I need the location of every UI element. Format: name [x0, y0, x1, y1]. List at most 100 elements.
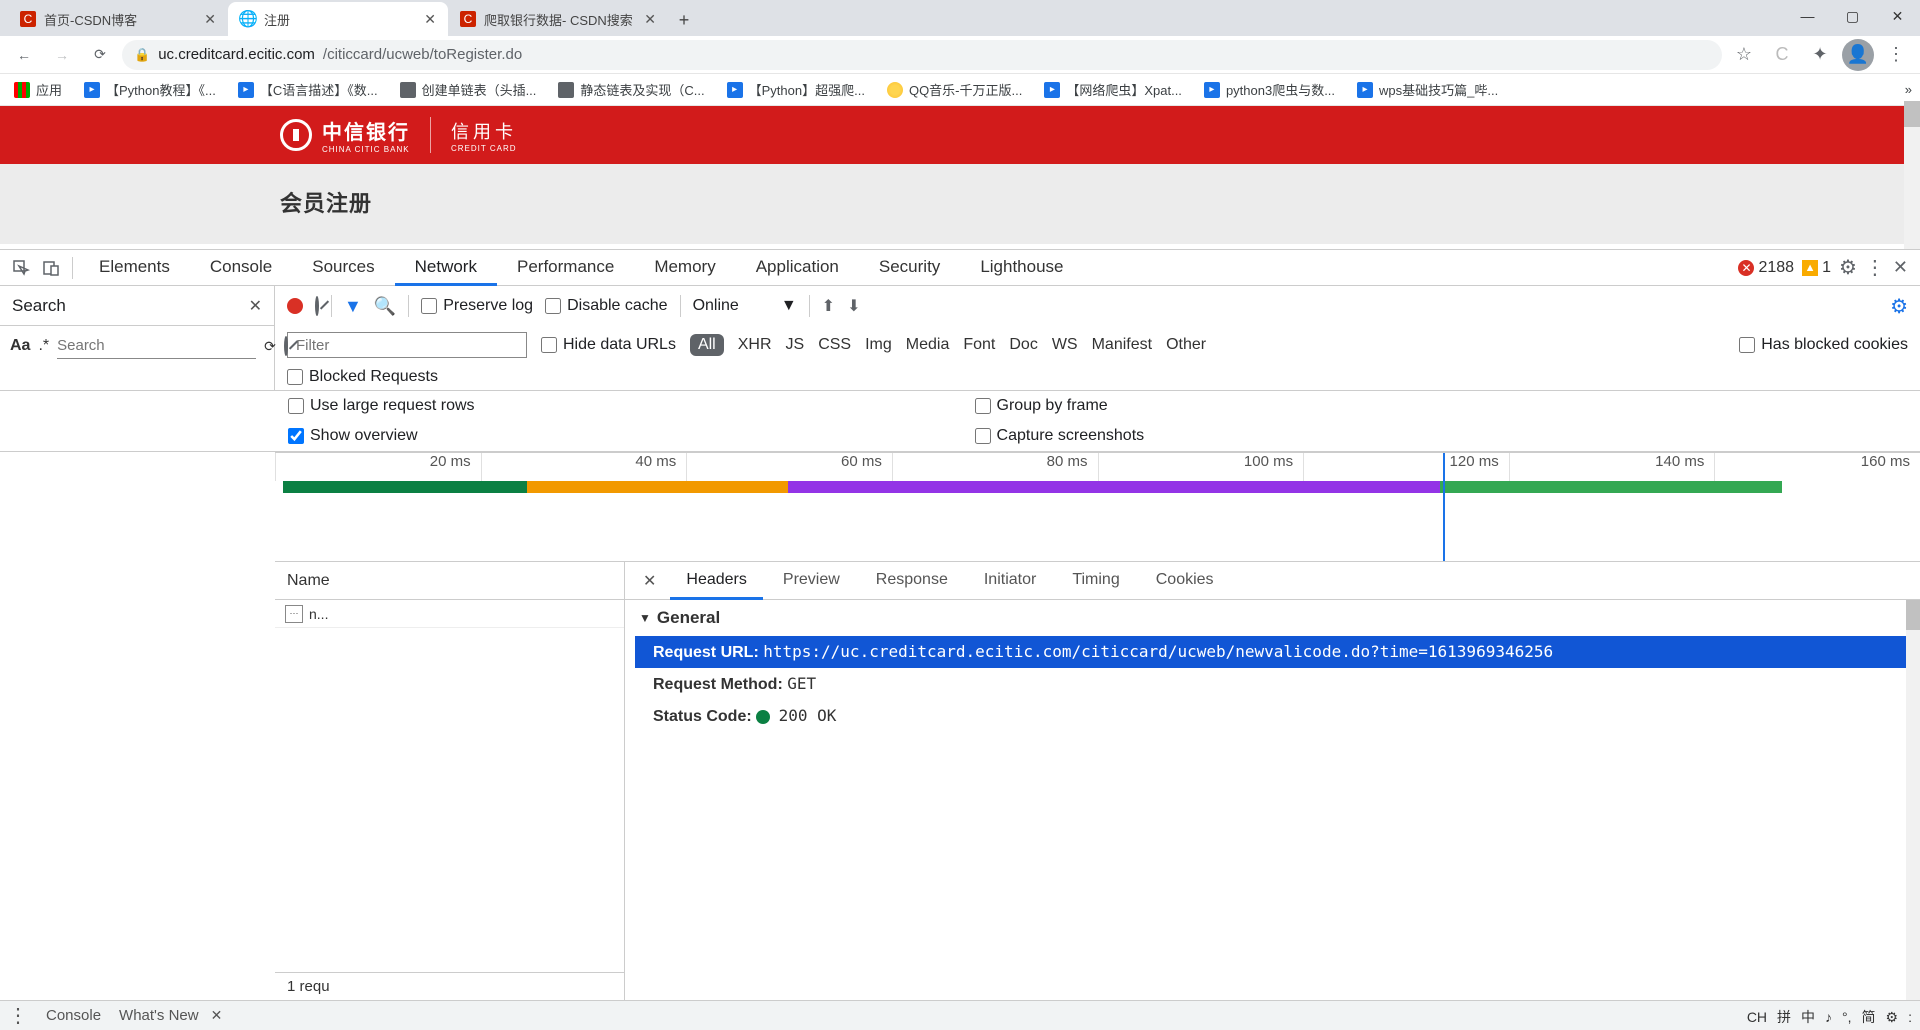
filter-js[interactable]: JS [786, 336, 805, 354]
record-icon[interactable] [287, 298, 303, 314]
minimize-icon[interactable]: — [1785, 0, 1830, 32]
reload-button[interactable]: ⟳ [84, 39, 116, 71]
timeline-overview[interactable]: 20 ms 40 ms 60 ms 80 ms 100 ms 120 ms 14… [275, 452, 1920, 562]
filter-toggle-icon[interactable]: ▼ [344, 296, 362, 317]
close-devtools-icon[interactable]: ✕ [1893, 257, 1908, 278]
upload-har-icon[interactable]: ⬆ [822, 296, 835, 316]
forward-button[interactable]: → [46, 39, 78, 71]
filter-other[interactable]: Other [1166, 336, 1206, 354]
tab-sources[interactable]: Sources [292, 250, 394, 286]
search-input[interactable] [57, 333, 256, 359]
detail-tab-cookies[interactable]: Cookies [1140, 562, 1230, 600]
drawer-menu-icon[interactable]: ⋮ [8, 1003, 28, 1028]
warning-count[interactable]: ▲1 [1802, 259, 1831, 277]
new-tab-button[interactable]: + [668, 4, 700, 36]
filter-all[interactable]: All [690, 334, 724, 356]
filter-xhr[interactable]: XHR [738, 336, 772, 354]
filter-doc[interactable]: Doc [1009, 336, 1037, 354]
tab-lighthouse[interactable]: Lighthouse [960, 250, 1083, 286]
large-rows-checkbox[interactable]: Use large request rows [288, 397, 475, 415]
tab-register[interactable]: 🌐 注册 ✕ [228, 2, 448, 36]
extensions-puzzle-icon[interactable]: ✦ [1804, 39, 1836, 71]
clear-search-icon[interactable] [284, 338, 288, 354]
star-icon[interactable]: ☆ [1728, 39, 1760, 71]
drawer-tab-console[interactable]: Console [46, 1007, 101, 1024]
ime-bar[interactable]: CH 拼 中 ♪ °, 简 ⚙ : [1739, 1004, 1920, 1030]
network-settings-icon[interactable]: ⚙ [1890, 294, 1908, 319]
name-column-header[interactable]: Name [275, 562, 624, 600]
filter-font[interactable]: Font [963, 336, 995, 354]
bookmark-item[interactable]: ▸python3爬虫与数... [1198, 80, 1341, 99]
match-case-icon[interactable]: Aa [10, 337, 30, 355]
throttle-select[interactable]: Online▼ [693, 297, 797, 315]
menu-kebab-icon[interactable]: ⋮ [1880, 39, 1912, 71]
extension-c-icon[interactable]: C [1766, 39, 1798, 71]
tab-performance[interactable]: Performance [497, 250, 634, 286]
bookmark-item[interactable]: ▸【C语言描述】《数... [232, 80, 384, 99]
tab-network[interactable]: Network [395, 250, 497, 286]
settings-gear-icon[interactable]: ⚙ [1839, 255, 1857, 280]
disable-cache-checkbox[interactable]: Disable cache [545, 297, 668, 315]
apps-shortcut[interactable]: 应用 [8, 80, 68, 99]
tab-csdn-search[interactable]: C 爬取银行数据- CSDN搜索 ✕ [448, 2, 668, 36]
inspect-icon[interactable] [6, 253, 36, 283]
detail-tab-headers[interactable]: Headers [670, 562, 762, 600]
general-section-header[interactable]: ▼General [639, 608, 1906, 628]
filter-css[interactable]: CSS [818, 336, 851, 354]
tab-elements[interactable]: Elements [79, 250, 190, 286]
detail-scrollbar[interactable] [1906, 600, 1920, 1000]
bookmarks-overflow-icon[interactable]: » [1905, 82, 1912, 97]
back-button[interactable]: ← [8, 39, 40, 71]
tab-memory[interactable]: Memory [634, 250, 735, 286]
filter-ws[interactable]: WS [1052, 336, 1078, 354]
detail-tab-initiator[interactable]: Initiator [968, 562, 1052, 600]
close-drawer-tab-icon[interactable]: ✕ [211, 1007, 223, 1024]
request-row[interactable]: ⋯ n... [275, 600, 624, 628]
search-toggle-icon[interactable]: 🔍 [374, 296, 396, 317]
filter-input[interactable] [287, 332, 527, 358]
bookmark-item[interactable]: ▸【网络爬虫】Xpat... [1038, 80, 1188, 99]
bookmark-item[interactable]: 静态链表及实现（C... [552, 80, 710, 99]
clear-icon[interactable] [315, 298, 319, 314]
show-overview-checkbox[interactable]: Show overview [288, 427, 475, 445]
bookmark-item[interactable]: ▸【Python】超强爬... [721, 80, 871, 99]
close-tab-icon[interactable]: ✕ [204, 11, 216, 28]
hide-data-urls-checkbox[interactable]: Hide data URLs [541, 336, 676, 354]
tab-security[interactable]: Security [859, 250, 960, 286]
filter-img[interactable]: Img [865, 336, 892, 354]
ime-colon: : [1906, 1009, 1914, 1025]
group-frame-checkbox[interactable]: Group by frame [975, 397, 1145, 415]
bookmark-item[interactable]: ▸【Python教程】《... [78, 80, 222, 99]
detail-tab-preview[interactable]: Preview [767, 562, 856, 600]
drawer-tab-whatsnew[interactable]: What's New [119, 1007, 199, 1024]
address-bar[interactable]: 🔒 uc.creditcard.ecitic.com/citiccard/ucw… [122, 40, 1722, 70]
blocked-requests-checkbox[interactable]: Blocked Requests [287, 368, 1908, 386]
preserve-log-checkbox[interactable]: Preserve log [421, 297, 533, 315]
capture-ss-checkbox[interactable]: Capture screenshots [975, 427, 1145, 445]
regex-icon[interactable]: .* [38, 337, 49, 355]
filter-manifest[interactable]: Manifest [1092, 336, 1152, 354]
tab-application[interactable]: Application [736, 250, 859, 286]
close-detail-icon[interactable]: ✕ [633, 571, 666, 591]
request-url-row[interactable]: Request URL: https://uc.creditcard.eciti… [635, 636, 1910, 668]
filter-media[interactable]: Media [906, 336, 950, 354]
bookmark-item[interactable]: QQ音乐-千万正版... [881, 80, 1028, 99]
download-har-icon[interactable]: ⬇ [847, 296, 860, 316]
devtools-menu-icon[interactable]: ⋮ [1865, 255, 1885, 280]
bookmark-item[interactable]: ▸wps基础技巧篇_哔... [1351, 80, 1504, 99]
page-scrollbar[interactable] [1904, 101, 1920, 249]
close-window-icon[interactable]: ✕ [1875, 0, 1920, 32]
device-toggle-icon[interactable] [36, 253, 66, 283]
maximize-icon[interactable]: ▢ [1830, 0, 1875, 32]
close-tab-icon[interactable]: ✕ [424, 11, 436, 28]
close-search-icon[interactable]: ✕ [249, 296, 262, 316]
tab-console[interactable]: Console [190, 250, 292, 286]
detail-tab-response[interactable]: Response [860, 562, 964, 600]
profile-avatar-icon[interactable]: 👤 [1842, 39, 1874, 71]
blocked-cookies-checkbox[interactable]: Has blocked cookies [1739, 336, 1908, 354]
bookmark-item[interactable]: 创建单链表（头插... [394, 80, 543, 99]
detail-tab-timing[interactable]: Timing [1056, 562, 1135, 600]
tab-csdn-home[interactable]: C 首页-CSDN博客 ✕ [8, 2, 228, 36]
close-tab-icon[interactable]: ✕ [644, 11, 656, 28]
error-count[interactable]: ✕2188 [1738, 259, 1794, 277]
